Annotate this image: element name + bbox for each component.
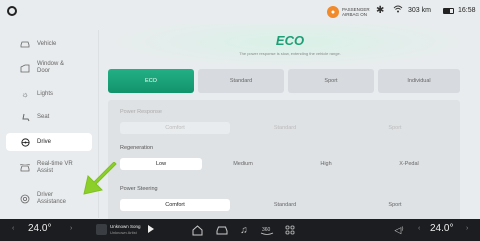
power-steering-label: Power Steering <box>120 186 158 192</box>
tab-individual[interactable]: Individual <box>378 69 460 93</box>
airbag-indicator: ● PASSENGER AIRBAG ON <box>327 6 374 18</box>
camera-360-icon[interactable]: 360 <box>260 223 274 237</box>
sidebar-item-real-time-vr-assist[interactable]: Real-time VR Assist <box>6 157 92 179</box>
mode-description: The power response is slow, extending th… <box>239 51 341 56</box>
temp-left[interactable]: 24.0° <box>28 223 51 234</box>
song-artist: Unknown Artist <box>110 230 137 235</box>
sidebar-item-label: Window & Door <box>37 61 65 74</box>
sidebar-item-label: Seat <box>37 114 50 120</box>
annotation-arrow-icon <box>83 162 117 195</box>
sidebar-item-label: Drive <box>37 139 52 145</box>
power-response-segmented: Comfort Standard Sport <box>120 122 450 134</box>
screen: ● PASSENGER AIRBAG ON ✱ 303 km 16:58 Veh… <box>0 0 480 241</box>
sidebar-item-window-door[interactable]: Window & Door <box>6 57 92 79</box>
song-title[interactable]: Unknown Song <box>110 224 141 229</box>
mode-banner: ECO The power response is slow, extendin… <box>100 24 480 69</box>
tab-eco[interactable]: ECO <box>108 69 194 93</box>
drive-mode-panel: ECO The power response is slow, extendin… <box>100 24 480 222</box>
bluetooth-icon: ✱ <box>376 5 385 16</box>
sidebar-item-label: Vehicle <box>37 41 57 47</box>
regeneration-option-high[interactable]: High <box>284 158 368 170</box>
sidebar-item-drive[interactable]: Drive <box>6 133 92 151</box>
temp-left-increase-icon[interactable]: › <box>70 225 72 232</box>
light-icon: ☼ <box>21 89 29 99</box>
power-response-option[interactable]: Standard <box>230 122 340 134</box>
settings-panel: Power Response Comfort Standard Sport Re… <box>108 100 460 222</box>
vr-assist-icon <box>20 163 30 173</box>
sidebar-item-label: Lights <box>37 91 54 97</box>
power-steering-segmented: Comfort Standard Sport <box>120 199 450 211</box>
home-icon[interactable] <box>190 223 204 237</box>
power-steering-option[interactable]: Comfort <box>120 199 230 211</box>
album-art-icon[interactable] <box>96 224 107 235</box>
temp-left-decrease-icon[interactable]: ‹ <box>12 225 14 232</box>
wifi-icon <box>393 5 403 15</box>
tab-sport[interactable]: Sport <box>288 69 374 93</box>
drive-mode-tabs: ECO Standard Sport Individual <box>108 69 460 93</box>
regeneration-option-low[interactable]: Low <box>120 158 202 170</box>
steering-wheel-icon <box>20 137 30 147</box>
car-control-icon[interactable] <box>215 223 229 237</box>
sidebar-item-vehicle[interactable]: Vehicle <box>6 35 92 53</box>
airbag-icon: ● <box>327 6 339 18</box>
temp-right[interactable]: 24.0° <box>430 223 453 234</box>
tab-standard[interactable]: Standard <box>198 69 284 93</box>
sidebar-item-driver-assistance[interactable]: Driver Assistance <box>6 188 92 210</box>
sidebar-item-label: Real-time VR Assist <box>37 161 73 174</box>
power-steering-option[interactable]: Sport <box>340 199 450 211</box>
brand-logo-icon <box>7 6 17 16</box>
mode-title: ECO <box>275 33 305 48</box>
window-door-icon <box>20 63 30 73</box>
temp-right-decrease-icon[interactable]: ‹ <box>418 225 420 232</box>
clock: 16:58 <box>458 7 476 14</box>
power-steering-option[interactable]: Standard <box>230 199 340 211</box>
sidebar-item-label: Driver Assistance <box>37 192 67 205</box>
app-grid-icon[interactable] <box>283 223 297 237</box>
power-response-label: Power Response <box>120 109 162 115</box>
regeneration-label: Regeneration <box>120 145 154 151</box>
power-response-option[interactable]: Sport <box>340 122 450 134</box>
range-readout: 303 km <box>408 7 431 14</box>
volume-icon[interactable]: ◁⁾ <box>392 223 406 237</box>
svg-text:360: 360 <box>262 227 271 233</box>
music-icon[interactable]: ♫ <box>237 223 251 237</box>
bottom-bar: ‹ 24.0° › Unknown Song Unknown Artist ♫ … <box>0 219 480 241</box>
battery-icon <box>443 8 454 14</box>
regeneration-segmented: Low Medium High X-Pedal <box>120 158 450 170</box>
driver-assist-icon <box>20 194 30 204</box>
play-button[interactable] <box>148 225 154 233</box>
regeneration-option-x-pedal[interactable]: X-Pedal <box>368 158 450 170</box>
sidebar-item-lights[interactable]: ☼ Lights <box>6 85 92 103</box>
temp-right-increase-icon[interactable]: › <box>466 225 468 232</box>
airbag-text: PASSENGER AIRBAG ON <box>342 7 370 17</box>
power-response-option[interactable]: Comfort <box>120 122 230 134</box>
sidebar-item-seat[interactable]: Seat <box>6 108 92 126</box>
car-icon <box>20 39 30 49</box>
seat-icon <box>20 112 30 122</box>
regeneration-option-medium[interactable]: Medium <box>202 158 284 170</box>
